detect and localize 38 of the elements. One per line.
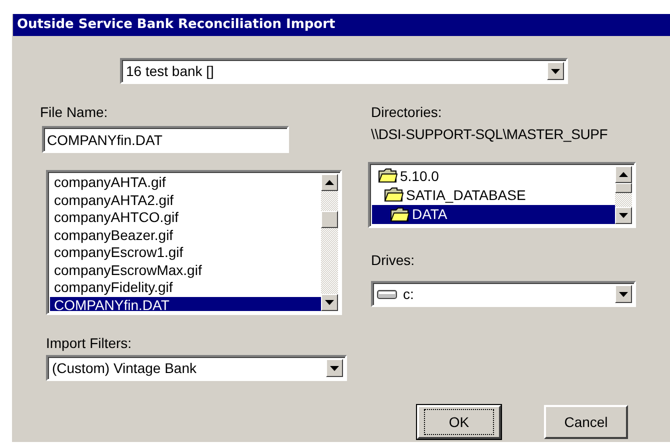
combo-value: c:: [403, 286, 414, 302]
window-title: Outside Service Bank Reconciliation Import: [13, 14, 670, 36]
file-item[interactable]: companyAHTCO.gif: [50, 209, 321, 226]
cancel-button[interactable]: Cancel: [544, 405, 628, 439]
scroll-down-icon[interactable]: [615, 207, 632, 224]
directory-item[interactable]: 5.10.0: [372, 166, 615, 186]
scroll-down-icon[interactable]: [321, 294, 338, 311]
scroll-up-icon[interactable]: [615, 166, 632, 183]
drive-icon: [377, 288, 397, 300]
file-item[interactable]: companyAHTA.gif: [50, 174, 321, 192]
drive-select[interactable]: c:: [371, 281, 636, 307]
folder-icon: [384, 187, 404, 202]
directory-item[interactable]: SATIA_DATABASE: [372, 185, 615, 205]
field-label: Import Filters:: [46, 335, 133, 353]
file-item[interactable]: COMPANYfin.DAT: [50, 296, 321, 311]
file-item[interactable]: companyEscrowMax.gif: [50, 262, 321, 279]
file-item[interactable]: companyEscrow1.gif: [50, 244, 321, 262]
combo-value: (Custom) Vintage Bank: [52, 360, 196, 376]
file-item[interactable]: companyFidelity.gif: [50, 279, 321, 296]
file-name-field[interactable]: COMPANYfin.DAT: [42, 126, 289, 153]
folder-icon: [390, 206, 410, 222]
folder-icon: [378, 168, 398, 184]
field-label: Directories:: [371, 104, 443, 122]
scrollbar[interactable]: [321, 174, 338, 311]
scroll-thumb[interactable]: [321, 211, 338, 228]
scroll-up-icon[interactable]: [321, 174, 338, 191]
field-label: Drives:: [371, 252, 416, 270]
import-filter-select[interactable]: (Custom) Vintage Bank: [46, 355, 347, 381]
scroll-thumb[interactable]: [615, 183, 632, 193]
scrollbar[interactable]: [615, 166, 632, 224]
directory-item[interactable]: DATA: [372, 204, 615, 224]
ok-button[interactable]: OK: [417, 405, 501, 439]
file-item[interactable]: companyBeazer.gif: [50, 226, 321, 244]
field-label: File Name:: [40, 104, 109, 122]
bank-select[interactable]: 16 test bank []: [120, 58, 568, 84]
directory-path: \\DSI-SUPPORT-SQL\MASTER_SUPF: [371, 126, 609, 142]
file-item[interactable]: companyAHTA2.gif: [50, 192, 321, 209]
combo-value: 16 test bank []: [126, 63, 214, 79]
